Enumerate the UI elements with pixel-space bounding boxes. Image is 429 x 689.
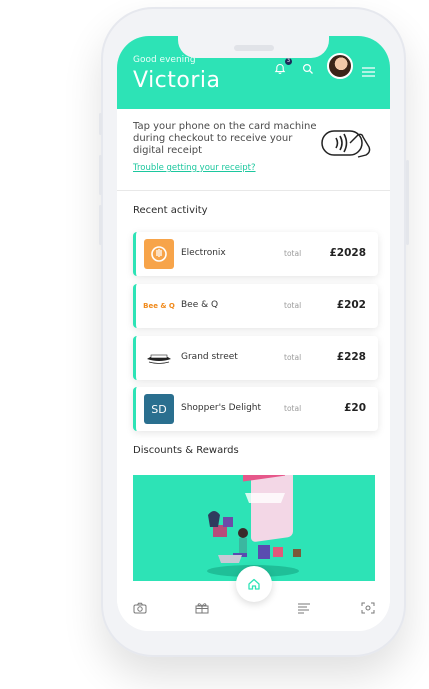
greeting-text: Good evening [133,55,196,65]
phone-side-button [99,155,102,195]
shoppers-delight-logo: SD [144,394,174,424]
phone-side-button [99,205,102,245]
activity-row-bee-q[interactable]: Bee & Q Bee & Q total £202 [133,284,378,328]
phone-side-button [99,113,102,135]
merchant-name: Electronix [181,248,226,258]
home-icon [248,578,260,590]
electronix-logo-icon [144,239,174,269]
total-label: total [284,301,302,310]
search-icon[interactable] [302,60,314,79]
bell-icon[interactable] [274,60,286,79]
menu-icon[interactable] [362,62,375,81]
activity-row-electronix[interactable]: Electronix total £2028 [133,232,378,276]
merchant-name: Grand street [181,352,238,362]
total-label: total [284,249,302,258]
amount: £228 [336,351,366,363]
amount: £2028 [329,247,366,259]
total-label: total [284,353,302,362]
phone-notch [178,36,329,58]
amount: £20 [344,402,366,414]
camera-icon[interactable] [133,599,147,618]
sd-logo-text: SD [151,402,167,416]
bee-q-logo: Bee & Q [143,291,175,321]
bee-q-logo-text: Bee & Q [143,302,175,310]
activity-row-shoppers-delight[interactable]: SD Shopper's Delight total £20 [133,387,378,431]
notification-badge: 3 [285,58,292,65]
discounts-rewards-title: Discounts & Rewards [133,445,239,456]
total-label: total [284,404,302,413]
recent-activity-title: Recent activity [133,205,208,216]
phone-side-button [406,160,409,245]
avatar[interactable] [327,53,353,79]
nfc-tap-icon [320,125,376,165]
trouble-receipt-link[interactable]: Trouble getting your receipt? [133,163,256,173]
home-button[interactable] [236,566,272,602]
receipt-instructions: Tap your phone on the card machine durin… [133,121,317,156]
activity-row-grand-street[interactable]: Grand street total £228 [133,336,378,380]
merchant-name: Bee & Q [181,300,219,310]
amount: £202 [336,299,366,311]
app-screen: Good evening Victoria 3 Tap your phone o… [117,36,390,631]
user-name: Victoria [133,68,221,93]
speaker [234,45,274,51]
list-icon[interactable] [297,599,311,618]
gift-icon[interactable] [195,599,209,618]
grand-street-logo-icon [144,343,174,373]
divider [117,190,390,191]
scan-icon[interactable] [361,599,375,618]
merchant-name: Shopper's Delight [181,403,262,413]
